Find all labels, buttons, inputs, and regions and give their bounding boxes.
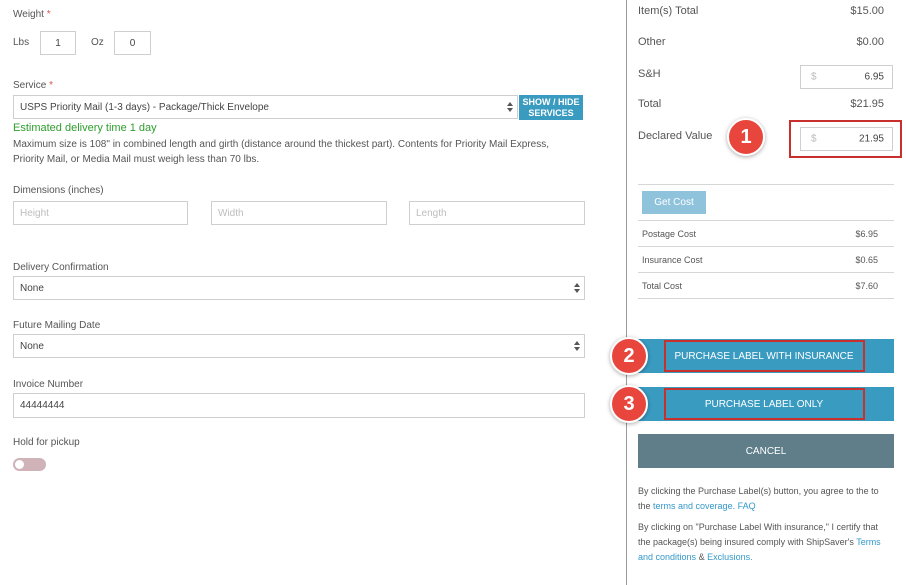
terms-note: By clicking the Purchase Label(s) button… bbox=[638, 486, 879, 511]
total-label: Total bbox=[638, 98, 662, 110]
toggle-knob bbox=[15, 460, 24, 469]
other-label: Other bbox=[638, 36, 666, 48]
length-input[interactable] bbox=[409, 201, 585, 225]
show-hide-services-button[interactable]: SHOW / HIDE SERVICES bbox=[519, 95, 583, 120]
select-arrows-icon bbox=[574, 340, 580, 352]
get-cost-button[interactable]: Get Cost bbox=[642, 191, 706, 214]
lbs-input[interactable] bbox=[40, 31, 76, 55]
invoice-number-label: Invoice Number bbox=[13, 379, 84, 390]
select-arrows-icon bbox=[507, 101, 513, 113]
future-mailing-date-label: Future Mailing Date bbox=[13, 320, 101, 331]
items-total-value: $15.00 bbox=[850, 5, 884, 17]
currency-symbol: $ bbox=[811, 71, 817, 83]
callout-badge-3: 3 bbox=[610, 385, 648, 423]
faq-link[interactable]: FAQ bbox=[738, 501, 756, 511]
total-cost-label: Total Cost bbox=[642, 281, 683, 291]
divider bbox=[638, 246, 894, 247]
hold-for-pickup-label: Hold for pickup bbox=[13, 437, 80, 448]
declared-value-input[interactable]: $ 21.95 bbox=[800, 127, 893, 151]
service-info: Maximum size is 108" in combined length … bbox=[13, 139, 550, 165]
divider bbox=[638, 220, 894, 221]
callout-badge-2: 2 bbox=[610, 337, 648, 375]
cancel-button[interactable]: CANCEL bbox=[638, 434, 894, 468]
service-label: Service * bbox=[13, 80, 54, 91]
postage-cost-label: Postage Cost bbox=[642, 229, 697, 239]
hold-for-pickup-toggle[interactable] bbox=[13, 458, 46, 471]
delivery-confirmation-label: Delivery Confirmation bbox=[13, 262, 109, 273]
height-input[interactable] bbox=[13, 201, 188, 225]
purchase-only-highlight bbox=[664, 388, 865, 420]
lbs-label: Lbs bbox=[13, 37, 30, 48]
service-select[interactable]: USPS Priority Mail (1-3 days) - Package/… bbox=[13, 95, 518, 119]
divider bbox=[638, 298, 894, 299]
sh-label: S&H bbox=[638, 68, 661, 80]
sh-value: 6.95 bbox=[864, 71, 884, 83]
currency-symbol: $ bbox=[811, 133, 817, 145]
postage-cost-value: $6.95 bbox=[855, 229, 878, 239]
width-input[interactable] bbox=[211, 201, 387, 225]
exclusions-link[interactable]: Exclusions. bbox=[707, 552, 753, 562]
items-total-label: Item(s) Total bbox=[638, 5, 699, 17]
total-value: $21.95 bbox=[850, 98, 884, 110]
divider bbox=[638, 272, 894, 273]
purchase-with-insurance-highlight bbox=[664, 340, 865, 372]
dimensions-label: Dimensions (inches) bbox=[13, 185, 104, 196]
divider bbox=[638, 184, 894, 185]
invoice-number-input[interactable] bbox=[13, 393, 585, 418]
insurance-cost-label: Insurance Cost bbox=[642, 255, 703, 265]
delivery-estimate: Estimated delivery time 1 day bbox=[13, 122, 157, 134]
terms-and-coverage-link[interactable]: terms and coverage. bbox=[653, 501, 735, 511]
sh-input[interactable]: $ 6.95 bbox=[800, 65, 893, 89]
panel-divider bbox=[626, 0, 627, 585]
select-arrows-icon bbox=[574, 282, 580, 294]
total-cost-value: $7.60 bbox=[855, 281, 878, 291]
callout-badge-1: 1 bbox=[727, 118, 765, 156]
future-mailing-date-select[interactable]: None bbox=[13, 334, 585, 358]
weight-label: Weight * bbox=[13, 9, 51, 20]
delivery-confirmation-select[interactable]: None bbox=[13, 276, 585, 300]
other-value: $0.00 bbox=[856, 36, 884, 48]
declared-value: 21.95 bbox=[858, 133, 884, 145]
oz-label: Oz bbox=[91, 37, 104, 48]
declared-value-label: Declared Value bbox=[638, 130, 713, 142]
insurance-cost-value: $0.65 bbox=[855, 255, 878, 265]
oz-input[interactable] bbox=[114, 31, 151, 55]
insurance-note: By clicking on "Purchase Label With insu… bbox=[638, 522, 881, 562]
